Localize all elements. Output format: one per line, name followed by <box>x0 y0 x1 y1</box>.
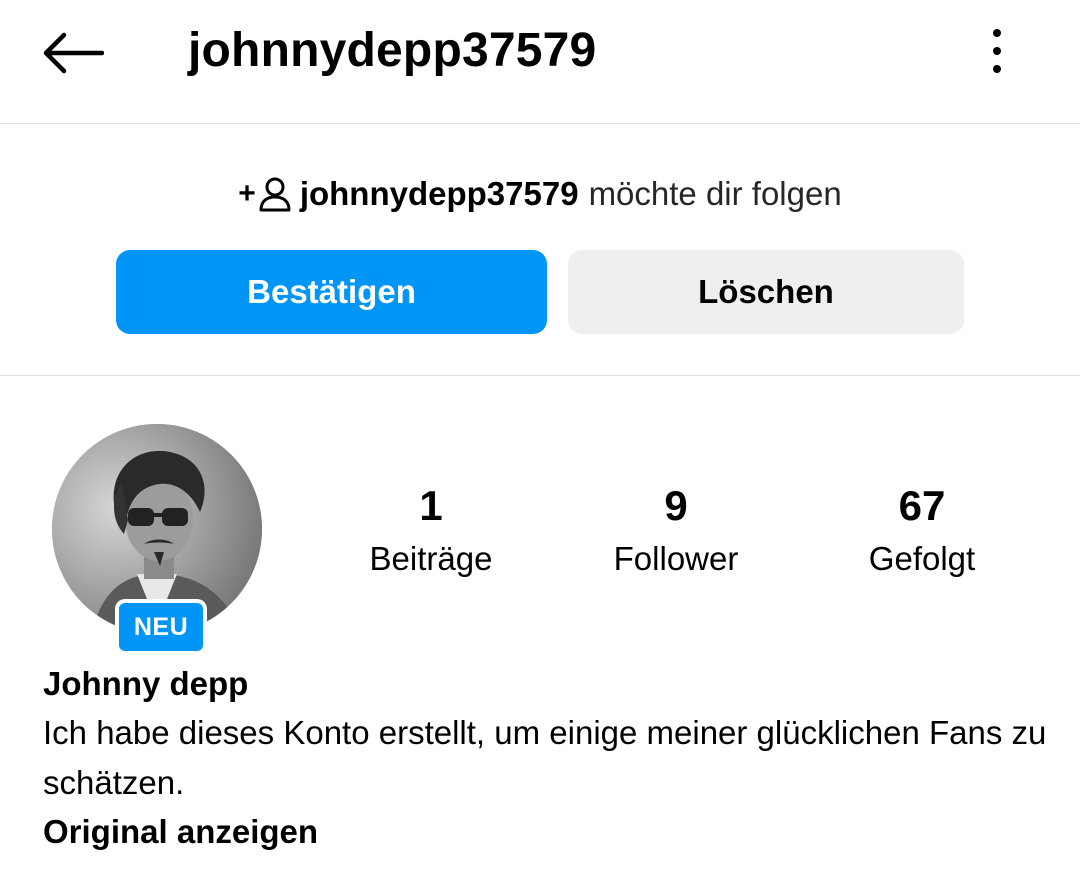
arrow-left-icon <box>43 32 104 74</box>
show-original-link[interactable]: Original anzeigen <box>43 810 318 854</box>
new-badge-label: NEU <box>119 603 203 651</box>
profile-page: johnnydepp37579 + johnnydepp37579 möchte… <box>0 0 1080 882</box>
followers-label: Follower <box>613 540 739 577</box>
plus-sign: + <box>238 177 256 210</box>
confirm-button[interactable]: Bestätigen <box>116 250 547 334</box>
top-bar: johnnydepp37579 <box>0 0 1080 124</box>
bio-text: Ich habe dieses Konto erstellt, um einig… <box>43 714 1047 801</box>
following-stat[interactable]: 67 Gefolgt <box>822 478 1022 584</box>
following-count: 67 <box>898 482 946 529</box>
requester-username[interactable]: johnnydepp37579 <box>300 175 579 213</box>
followers-count: 9 <box>664 482 688 529</box>
display-name: Johnny depp <box>43 665 249 702</box>
person-outline-icon <box>259 177 291 212</box>
more-vertical-icon <box>993 29 1001 37</box>
more-vertical-icon-dot <box>993 47 1001 55</box>
new-badge: NEU <box>115 599 207 655</box>
follow-request-message: + johnnydepp37579 möchte dir folgen <box>0 171 1080 217</box>
more-options-button[interactable] <box>976 26 1018 76</box>
back-button[interactable] <box>40 26 106 80</box>
followers-stat[interactable]: 9 Follower <box>576 478 776 584</box>
page-title: johnnydepp37579 <box>188 24 597 77</box>
follow-request-text: möchte dir folgen <box>588 175 842 212</box>
posts-label: Beiträge <box>369 540 493 577</box>
more-vertical-icon-dot <box>993 65 1001 73</box>
follow-request-panel: + johnnydepp37579 möchte dir folgen Best… <box>0 125 1080 376</box>
delete-button[interactable]: Löschen <box>568 250 964 334</box>
following-label: Gefolgt <box>868 540 976 577</box>
posts-count: 1 <box>419 482 443 529</box>
posts-stat[interactable]: 1 Beiträge <box>331 478 531 584</box>
person-add-icon: + <box>238 176 292 212</box>
